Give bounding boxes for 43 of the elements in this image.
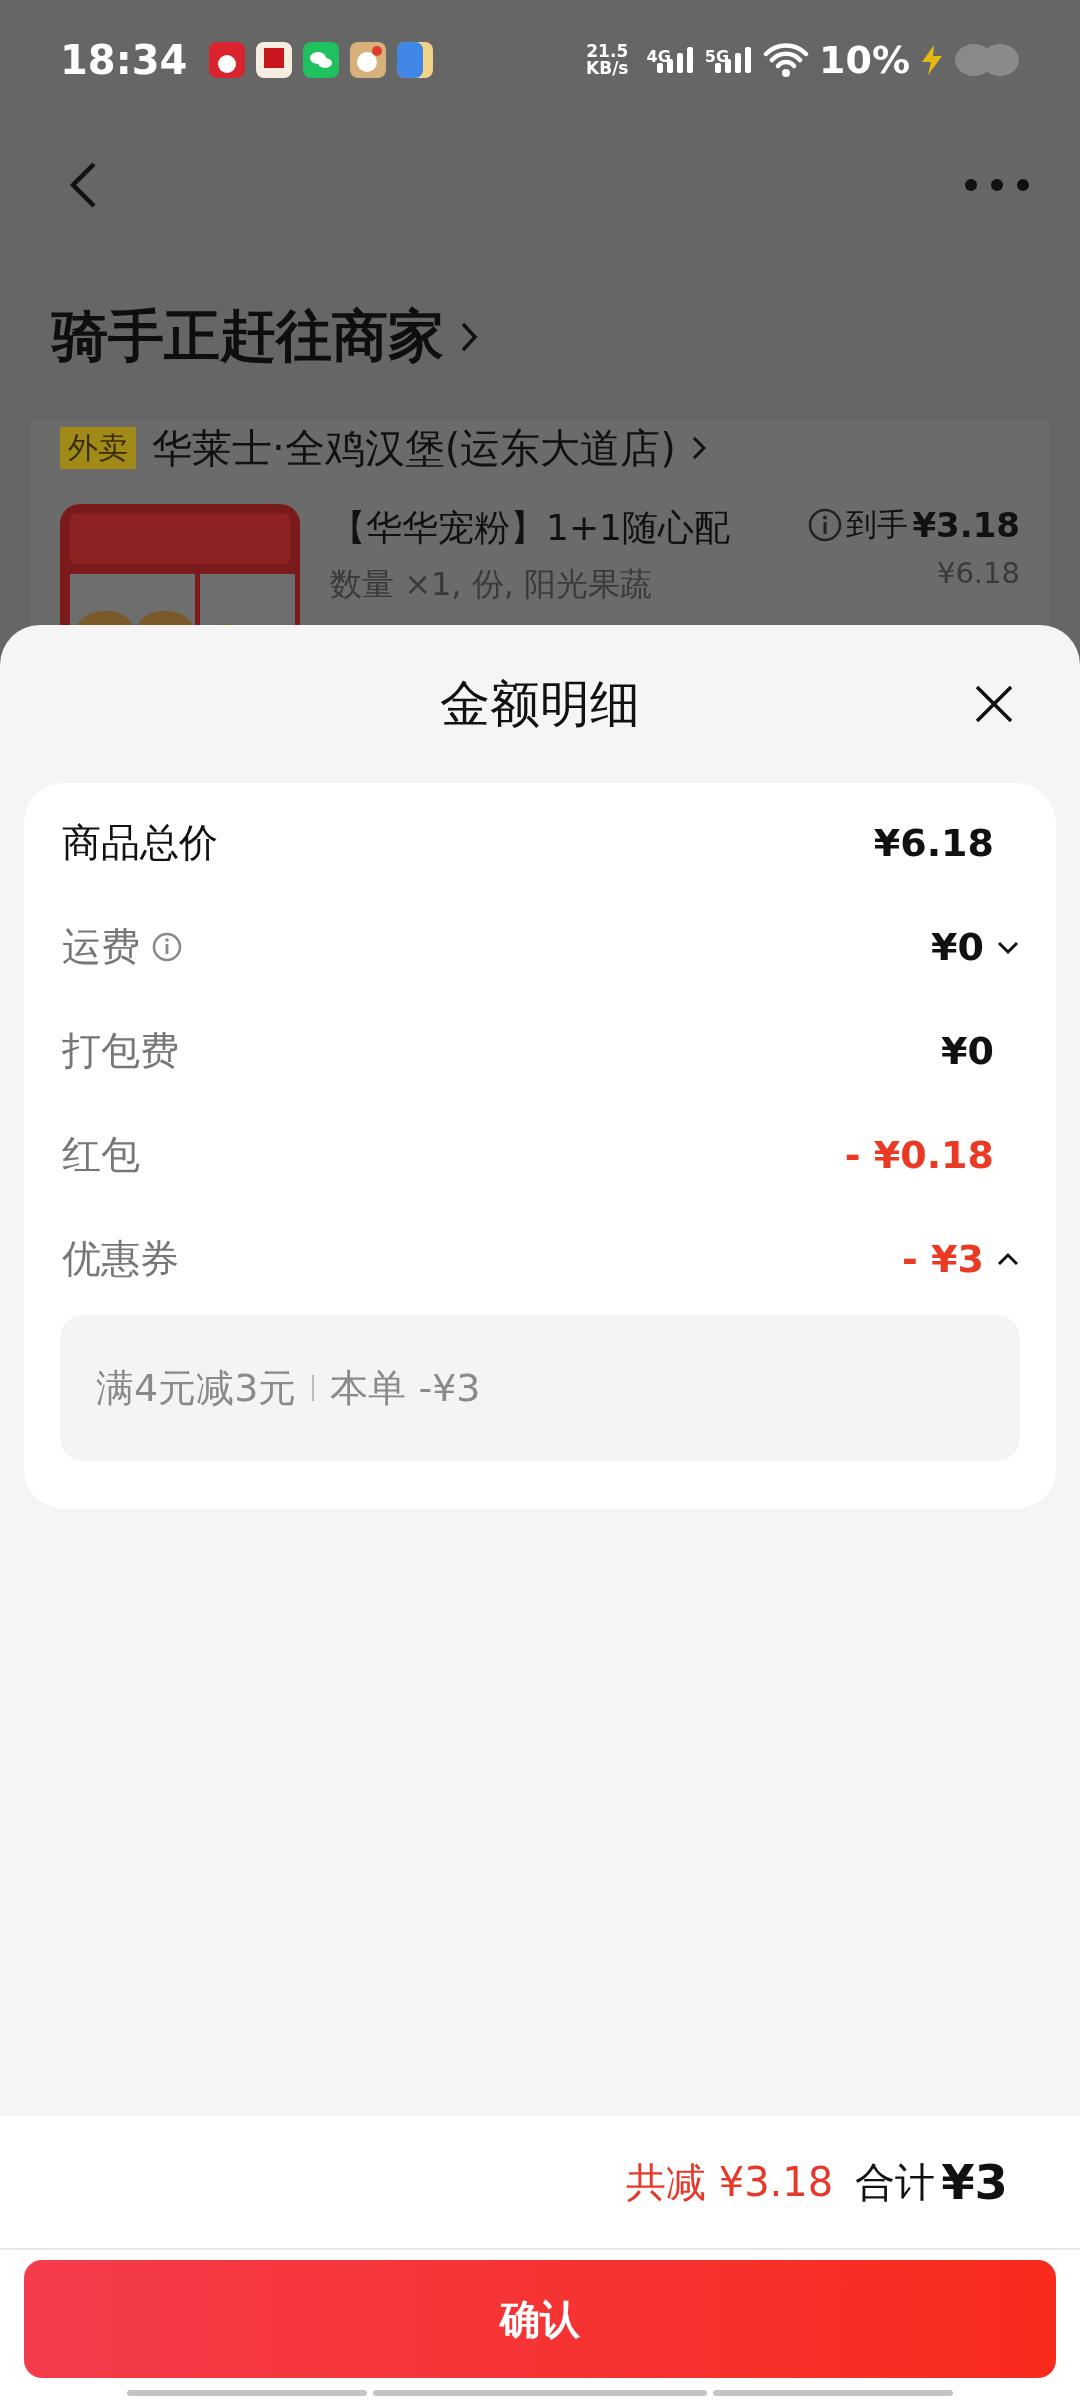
row-value: - ¥3 xyxy=(902,1237,984,1281)
price-label: 到手 xyxy=(846,505,909,544)
delivery-tag: 外卖 xyxy=(60,427,136,469)
battery-percent: 10% xyxy=(819,38,910,82)
row-label: 打包费 xyxy=(62,1027,179,1075)
item-price: ¥3.18 xyxy=(912,505,1020,545)
total-label: 合计 xyxy=(855,2157,936,2207)
chevron-right-icon[interactable] xyxy=(460,320,478,354)
row-value: ¥0 xyxy=(931,925,984,969)
coupon-amount: 本单 -¥3 xyxy=(330,1364,481,1412)
row-label: 商品总价 xyxy=(62,819,218,867)
row-label: 优惠券 xyxy=(62,1235,179,1283)
row-value: ¥6.18 xyxy=(873,821,994,865)
chevron-icon[interactable] xyxy=(996,939,1020,955)
chevron-right-icon[interactable] xyxy=(691,435,706,461)
item-name: 【华华宠粉】1+1随心配 xyxy=(330,506,731,550)
charging-icon xyxy=(920,45,944,75)
status-time: 18:34 xyxy=(60,37,188,83)
order-status-title: 骑手正赶往商家 xyxy=(52,302,444,370)
close-icon[interactable] xyxy=(974,684,1014,724)
row-value: ¥0 xyxy=(941,1029,994,1073)
store-name[interactable]: 华莱士·全鸡汉堡(运东大道店) xyxy=(152,423,676,473)
row-value: - ¥0.18 xyxy=(844,1133,994,1177)
app-icon xyxy=(256,42,293,78)
confirm-button[interactable]: 确认 xyxy=(24,2260,1056,2378)
row-label: 红包 xyxy=(62,1131,140,1179)
row-label: 运费 xyxy=(62,923,140,971)
info-icon[interactable] xyxy=(152,932,182,962)
net-speed-unit: KB/s xyxy=(586,60,629,77)
net-speed: 21.5 xyxy=(586,43,629,60)
network-type: 4G xyxy=(646,47,671,66)
app-icon xyxy=(209,42,246,78)
back-icon[interactable] xyxy=(68,161,98,209)
sheet-title: 金额明细 xyxy=(440,673,640,735)
chevron-icon[interactable] xyxy=(996,1251,1020,1267)
chat-icon xyxy=(303,42,340,78)
info-icon[interactable] xyxy=(808,508,843,542)
wifi-icon xyxy=(763,42,810,78)
total-saved: 共减 ¥3.18 xyxy=(625,2157,834,2207)
more-icon[interactable] xyxy=(964,178,1030,192)
network-type: 5G xyxy=(704,47,730,66)
total-amount: ¥3 xyxy=(941,2154,1008,2210)
coupon-condition: 满4元减3元 xyxy=(96,1364,297,1412)
